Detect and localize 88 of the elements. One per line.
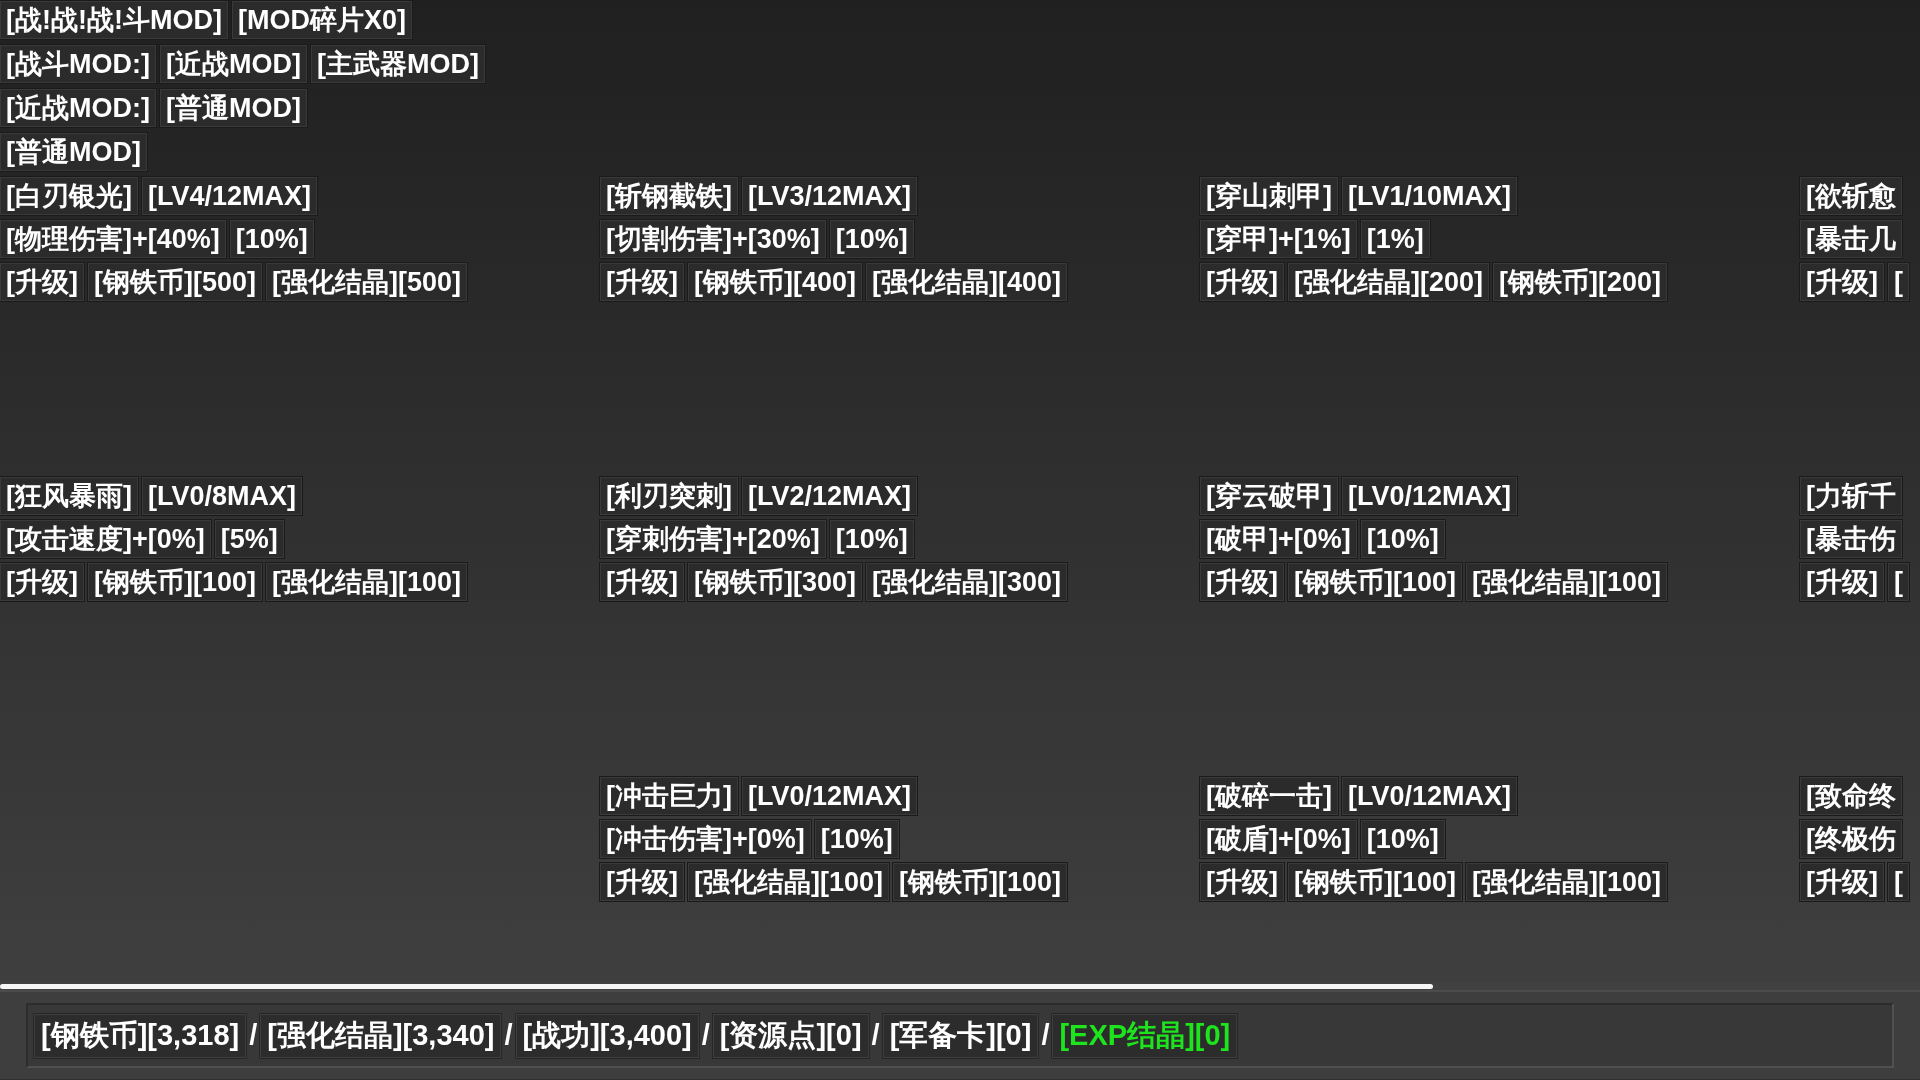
cost-label: [钢铁币][100] [88, 563, 262, 601]
mod-increment-label: [10%] [814, 820, 899, 858]
mod-name: [斩钢截铁] [600, 177, 738, 215]
cost-label: [强化结晶][300] [866, 563, 1067, 601]
filter-label: [战斗MOD:] [0, 45, 156, 83]
mod-increment-label: [10%] [829, 520, 914, 558]
cost-label: [ [1888, 263, 1909, 301]
mod-effect-label: [暴击几 [1800, 220, 1902, 258]
mod-name: [力斩千 [1800, 477, 1902, 515]
section-title: [普通MOD] [0, 133, 147, 171]
filter-option[interactable]: [普通MOD] [159, 89, 307, 127]
upgrade-button[interactable]: [升级] [1200, 563, 1284, 601]
mod-effect-label: [暴击伤 [1800, 520, 1902, 558]
mod-level-label: [LV3/12MAX] [742, 177, 917, 215]
mod-name: [穿云破甲] [1200, 477, 1338, 515]
cost-label: [钢铁币][400] [688, 263, 862, 301]
mod-effect-label: [切割伤害]+[30%] [600, 220, 826, 258]
mod-level-label: [LV0/12MAX] [1342, 477, 1517, 515]
resource-counter: [EXP结晶][0] [1052, 1013, 1238, 1058]
upgrade-button[interactable]: [升级] [600, 563, 684, 601]
mod-effect-label: [终极伤 [1800, 820, 1902, 858]
cost-label: [钢铁币][500] [88, 263, 262, 301]
mod-effect-label: [攻击速度]+[0%] [0, 520, 211, 558]
mod-name: [冲击巨力] [600, 777, 738, 815]
cost-label: [强化结晶][100] [1466, 563, 1667, 601]
mod-name: [欲斩愈 [1800, 177, 1902, 215]
upgrade-button[interactable]: [升级] [1800, 563, 1884, 601]
mod-level-label: [LV4/12MAX] [142, 177, 317, 215]
cost-label: [强化结晶][500] [266, 263, 467, 301]
mod-increment-label: [10%] [1360, 520, 1445, 558]
upgrade-button[interactable]: [升级] [1200, 263, 1284, 301]
cost-label: [钢铁币][100] [1288, 563, 1462, 601]
mod-name: [破碎一击] [1200, 777, 1338, 815]
resource-counter: [钢铁币][3,318] [34, 1013, 247, 1058]
cost-label: [钢铁币][200] [1493, 263, 1667, 301]
mod-effect-label: [冲击伤害]+[0%] [600, 820, 811, 858]
mod-increment-label: [5%] [214, 520, 284, 558]
cost-label: [强化结晶][200] [1288, 263, 1489, 301]
mod-name: [狂风暴雨] [0, 477, 138, 515]
mod-effect-label: [物理伤害]+[40%] [0, 220, 226, 258]
mod-effect-label: [破盾]+[0%] [1200, 820, 1357, 858]
mod-level-label: [LV0/8MAX] [142, 477, 302, 515]
mod-increment-label: [1%] [1360, 220, 1430, 258]
cost-label: [钢铁币][100] [1288, 863, 1462, 901]
cost-label: [ [1888, 863, 1909, 901]
mod-effect-label: [穿刺伤害]+[20%] [600, 520, 826, 558]
mod-name: [白刃银光] [0, 177, 138, 215]
mod-increment-label: [10%] [229, 220, 314, 258]
mod-name: [致命终 [1800, 777, 1902, 815]
cost-label: [强化结晶][100] [688, 863, 889, 901]
separator-slash: / [503, 1021, 514, 1050]
mod-name: [利刃突刺] [600, 477, 738, 515]
upgrade-button[interactable]: [升级] [1800, 263, 1884, 301]
separator-slash: / [248, 1021, 259, 1050]
mod-increment-label: [10%] [829, 220, 914, 258]
mod-level-label: [LV0/12MAX] [1342, 777, 1517, 815]
mod-name: [穿山刺甲] [1200, 177, 1338, 215]
mod-level-label: [LV2/12MAX] [742, 477, 917, 515]
upgrade-button[interactable]: [升级] [1800, 863, 1884, 901]
upgrade-button[interactable]: [升级] [0, 563, 84, 601]
upgrade-button[interactable]: [升级] [600, 263, 684, 301]
filter-label: [近战MOD:] [0, 89, 156, 127]
cost-label: [钢铁币][100] [893, 863, 1067, 901]
cost-label: [强化结晶][100] [1466, 863, 1667, 901]
upgrade-button[interactable]: [升级] [0, 263, 84, 301]
resource-counter: [资源点][0] [712, 1013, 869, 1058]
mod-level-label: [LV0/12MAX] [742, 777, 917, 815]
mod-level-label: [LV1/10MAX] [1342, 177, 1517, 215]
upgrade-button[interactable]: [升级] [600, 863, 684, 901]
mod-effect-label: [破甲]+[0%] [1200, 520, 1357, 558]
resource-counter: [强化结晶][3,340] [260, 1013, 502, 1058]
cost-label: [ [1888, 563, 1909, 601]
resource-counter: [战功][3,400] [515, 1013, 699, 1058]
cost-label: [强化结晶][400] [866, 263, 1067, 301]
cost-label: [钢铁币][300] [688, 563, 862, 601]
screen-title: [战!战!战!斗MOD] [0, 1, 228, 39]
mod-increment-label: [10%] [1360, 820, 1445, 858]
scrollbar[interactable] [0, 983, 1433, 989]
resource-counter: [军备卡][0] [882, 1013, 1039, 1058]
mod-effect-label: [穿甲]+[1%] [1200, 220, 1357, 258]
separator-slash: / [700, 1021, 711, 1050]
fragment-counter: [MOD碎片X0] [231, 1, 412, 39]
filter-option[interactable]: [近战MOD] [159, 45, 307, 83]
separator-slash: / [870, 1021, 881, 1050]
cost-label: [强化结晶][100] [266, 563, 467, 601]
filter-option[interactable]: [主武器MOD] [310, 45, 485, 83]
separator-slash: / [1040, 1021, 1051, 1050]
upgrade-button[interactable]: [升级] [1200, 863, 1284, 901]
